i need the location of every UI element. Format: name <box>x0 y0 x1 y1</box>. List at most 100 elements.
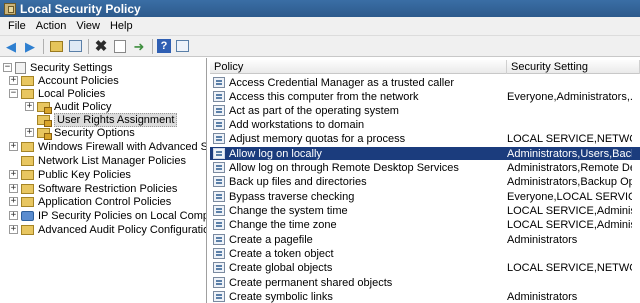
list-row[interactable]: Create symbolic links Administrators <box>210 290 640 303</box>
tree-item-software-restriction[interactable]: + Software Restriction Policies <box>9 182 177 195</box>
toolbar: ◀ ▶ ✖ ➜ ? <box>0 36 640 57</box>
tree-item-security-settings[interactable]: − Security Settings <box>3 61 113 74</box>
delete-icon[interactable]: ✖ <box>93 38 109 54</box>
collapse-icon[interactable]: − <box>3 63 12 72</box>
expand-icon[interactable]: + <box>9 211 18 220</box>
folder-icon <box>21 196 34 207</box>
policy-icon <box>213 219 225 230</box>
tree-item-application-control[interactable]: + Application Control Policies <box>9 195 171 208</box>
menu-file[interactable]: File <box>6 20 34 32</box>
policy-icon <box>213 277 225 288</box>
security-settings-icon <box>15 61 26 74</box>
tree-item-user-rights-assignment[interactable]: User Rights Assignment <box>25 112 178 127</box>
title-bar: Local Security Policy <box>0 0 640 17</box>
folder-lock-icon <box>37 101 52 114</box>
policy-name: Create a pagefile <box>229 233 313 246</box>
list-row[interactable]: Create a pagefile Administrators <box>210 233 640 246</box>
list-row[interactable]: Allow log on through Remote Desktop Serv… <box>210 161 640 174</box>
security-policy-app-icon <box>4 2 16 15</box>
tree-item-windows-firewall[interactable]: + Windows Firewall with Advanced Securit… <box>9 140 206 153</box>
folder-icon <box>21 224 34 235</box>
menu-action[interactable]: Action <box>34 20 75 32</box>
column-header-security-setting[interactable]: Security Setting <box>507 60 640 74</box>
expand-icon[interactable]: + <box>9 184 18 193</box>
list-row[interactable]: Access Credential Manager as a trusted c… <box>210 76 640 89</box>
view-icon[interactable] <box>175 40 189 52</box>
policy-icon <box>213 291 225 302</box>
tree-item-audit-policy[interactable]: + Audit Policy <box>25 100 111 114</box>
folder-icon <box>21 183 34 194</box>
list-row[interactable]: Create global objects LOCAL SERVICE,NETW… <box>210 261 640 274</box>
tree-item-label: User Rights Assignment <box>54 112 178 127</box>
tree-item-label: Software Restriction Policies <box>38 182 178 195</box>
list-row[interactable]: Bypass traverse checking Everyone,LOCAL … <box>210 190 640 203</box>
tree-item-ip-security[interactable]: + IP Security Policies on Local Computer <box>9 209 207 222</box>
policy-name: Create permanent shared objects <box>229 276 393 289</box>
security-setting: LOCAL SERVICE,NETWOR... <box>507 132 632 145</box>
properties-icon[interactable] <box>114 39 126 53</box>
list-row[interactable]: Change the system time LOCAL SERVICE,Adm… <box>210 204 640 217</box>
collapse-icon[interactable]: − <box>9 89 18 98</box>
tree-item-label: Account Policies <box>38 74 119 87</box>
tree-item-public-key-policies[interactable]: + Public Key Policies <box>9 168 131 181</box>
tree-item-local-policies[interactable]: − Local Policies <box>9 87 105 100</box>
expand-icon[interactable]: + <box>9 225 18 234</box>
back-arrow-icon[interactable]: ◀ <box>3 38 19 54</box>
expand-icon[interactable]: + <box>9 197 18 206</box>
menu-view[interactable]: View <box>74 20 108 32</box>
list-row[interactable]: Create a token object <box>210 247 640 260</box>
policy-name: Access Credential Manager as a trusted c… <box>229 76 454 89</box>
list-row[interactable]: Adjust memory quotas for a process LOCAL… <box>210 132 640 145</box>
policy-icon <box>213 133 225 144</box>
list-row[interactable]: Access this computer from the network Ev… <box>210 90 640 103</box>
policy-name: Create a token object <box>229 247 334 260</box>
list-row[interactable]: Back up files and directories Administra… <box>210 175 640 188</box>
security-setting: Administrators,Users,Back... <box>507 147 632 160</box>
tree-item-label: Application Control Policies <box>38 195 172 208</box>
policy-name: Adjust memory quotas for a process <box>229 132 406 145</box>
policy-name: Add workstations to domain <box>229 118 365 131</box>
list-row-selected[interactable]: Allow log on locally Administrators,User… <box>210 147 640 160</box>
expand-icon[interactable]: + <box>25 102 34 111</box>
tree-item-label: Windows Firewall with Advanced Security <box>38 140 206 153</box>
show-hide-tree-icon[interactable] <box>68 40 82 52</box>
list-row[interactable]: Create permanent shared objects <box>210 276 640 289</box>
policy-icon <box>213 191 225 202</box>
tree-item-advanced-audit[interactable]: + Advanced Audit Policy Configuration <box>9 223 206 236</box>
up-folder-icon[interactable] <box>49 40 63 52</box>
policy-name: Allow log on locally <box>229 147 322 160</box>
policy-name: Bypass traverse checking <box>229 190 355 203</box>
export-list-icon[interactable]: ➜ <box>131 38 147 54</box>
expand-icon[interactable]: + <box>9 76 18 85</box>
tree-item-label: IP Security Policies on Local Computer <box>38 209 207 222</box>
policy-icon <box>213 77 225 88</box>
policy-name: Create symbolic links <box>229 290 333 303</box>
list-header: Policy Security Setting <box>210 60 640 74</box>
help-icon[interactable]: ? <box>157 39 171 53</box>
policy-icon <box>213 148 225 159</box>
security-setting: Administrators <box>507 290 578 303</box>
policy-icon <box>213 205 225 216</box>
expand-icon[interactable]: + <box>9 170 18 179</box>
forward-arrow-icon[interactable]: ▶ <box>22 38 38 54</box>
policy-icon <box>213 234 225 245</box>
navigation-tree: − Security Settings + Account Policies −… <box>0 58 207 303</box>
menu-help[interactable]: Help <box>108 20 141 32</box>
tree-item-network-list-manager[interactable]: Network List Manager Policies <box>9 154 186 167</box>
expand-icon[interactable]: + <box>25 128 34 137</box>
list-row[interactable]: Change the time zone LOCAL SERVICE,Admin… <box>210 218 640 231</box>
toolbar-separator <box>152 38 153 54</box>
list-row[interactable]: Act as part of the operating system <box>210 104 640 117</box>
list-row[interactable]: Add workstations to domain <box>210 118 640 131</box>
tree-item-label: Security Options <box>54 126 135 139</box>
expand-icon[interactable]: + <box>9 142 18 151</box>
policy-icon <box>213 176 225 187</box>
policy-icon <box>213 248 225 259</box>
security-setting: Administrators,Backup Op... <box>507 175 632 188</box>
column-header-policy[interactable]: Policy <box>210 60 507 74</box>
policy-icon <box>213 262 225 273</box>
tree-item-security-options[interactable]: + Security Options <box>25 126 135 140</box>
tree-item-account-policies[interactable]: + Account Policies <box>9 74 119 87</box>
